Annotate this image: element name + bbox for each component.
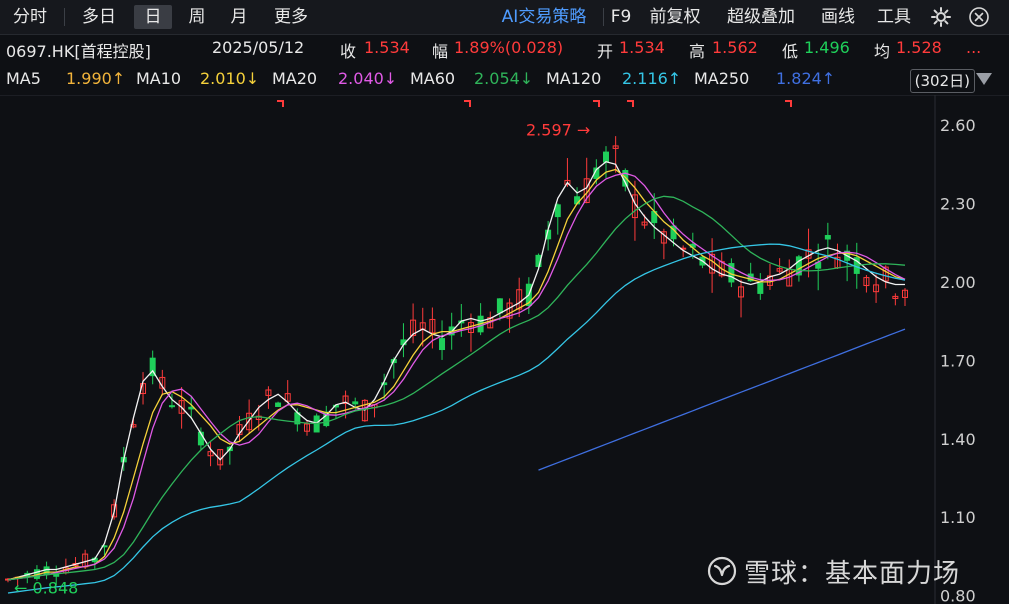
change-label: 幅 bbox=[432, 42, 449, 61]
candle-body bbox=[757, 282, 764, 294]
y-tick-label: 2.00 bbox=[940, 273, 976, 292]
y-tick-label: 2.30 bbox=[940, 194, 976, 213]
candle-body bbox=[439, 338, 446, 351]
event-marker bbox=[277, 100, 284, 107]
toolbar: 分时 多日 日 周 月 更多 AI交易策略 F9 前复权 超级叠加 画线 工具 bbox=[0, 0, 1009, 35]
low-value: 1.496 bbox=[804, 38, 850, 57]
candle-body bbox=[496, 298, 503, 314]
min-price-label: ← 0.848 bbox=[14, 579, 78, 598]
low-label: 低 bbox=[782, 42, 799, 61]
close-icon[interactable] bbox=[968, 6, 990, 28]
high-label: 高 bbox=[689, 42, 706, 61]
days-selector[interactable]: (302日) bbox=[909, 69, 975, 93]
avg-value: 1.528 bbox=[896, 38, 942, 57]
open-label: 开 bbox=[597, 42, 614, 61]
ma10-label: MA10 bbox=[136, 69, 182, 88]
max-price-label: 2.597 → bbox=[526, 121, 590, 140]
event-marker bbox=[593, 100, 600, 107]
candle-body bbox=[168, 405, 175, 408]
y-tick-label: 1.10 bbox=[940, 508, 976, 527]
ma20-label: MA20 bbox=[272, 69, 318, 88]
quote-info-bar: 0697.HK[首程控股] 2025/05/12 收 1.534 幅 1.89%… bbox=[0, 35, 1009, 63]
event-marker bbox=[785, 100, 792, 107]
ma60-label: MA60 bbox=[410, 69, 456, 88]
candle-body bbox=[352, 401, 359, 405]
change-value: 1.89%(0.028) bbox=[454, 38, 564, 57]
toolbar-divider bbox=[603, 8, 604, 26]
candle-body bbox=[554, 204, 561, 218]
ma5-label: MA5 bbox=[6, 69, 41, 88]
tools-button[interactable]: 工具 bbox=[870, 5, 918, 29]
tab-monthly[interactable]: 月 bbox=[222, 5, 256, 29]
candle-body bbox=[275, 402, 282, 407]
ma20-value: 2.040↓ bbox=[338, 69, 398, 88]
y-tick-label: 1.70 bbox=[940, 351, 976, 370]
quote-date: 2025/05/12 bbox=[212, 38, 305, 57]
y-tick-label: 2.60 bbox=[940, 116, 976, 135]
watermark-text: 雪球：基本面力场 bbox=[744, 559, 961, 589]
tab-multi-day[interactable]: 多日 bbox=[76, 5, 122, 29]
ma60-value: 2.054↓ bbox=[474, 69, 534, 88]
f9-button[interactable]: F9 bbox=[607, 5, 635, 29]
ma5-line bbox=[7, 160, 905, 581]
gear-icon[interactable] bbox=[930, 6, 952, 28]
open-value: 1.534 bbox=[619, 38, 665, 57]
ma120-value: 2.116↑ bbox=[622, 69, 682, 88]
toolbar-divider bbox=[64, 8, 65, 26]
candle-body bbox=[43, 566, 50, 576]
ma120-label: MA120 bbox=[546, 69, 602, 88]
tab-weekly[interactable]: 周 bbox=[180, 5, 214, 29]
y-tick-label: 1.40 bbox=[940, 430, 976, 449]
ma10-value: 2.010↓ bbox=[200, 69, 260, 88]
candle-body bbox=[53, 573, 60, 577]
close-value: 1.534 bbox=[364, 38, 410, 57]
ma5-value: 1.990↑ bbox=[66, 69, 126, 88]
avg-label: 均 bbox=[874, 42, 891, 61]
ma-legend: MA5 1.990↑ MA10 2.010↓ MA20 2.040↓ MA60 … bbox=[0, 66, 1009, 94]
event-marker bbox=[627, 100, 634, 107]
event-marker bbox=[464, 100, 471, 107]
tab-intraday[interactable]: 分时 bbox=[8, 5, 52, 29]
draw-line-button[interactable]: 画线 bbox=[814, 5, 862, 29]
candle-body bbox=[824, 235, 831, 240]
chevron-down-icon[interactable] bbox=[976, 73, 992, 85]
high-value: 1.562 bbox=[712, 38, 758, 57]
adjust-button[interactable]: 前复权 bbox=[642, 5, 708, 29]
ma250-line bbox=[538, 328, 906, 471]
more-indicator[interactable]: ... bbox=[966, 38, 981, 57]
stock-code: 0697.HK[首程控股] bbox=[6, 42, 151, 61]
candle-body bbox=[603, 151, 609, 163]
close-label: 收 bbox=[340, 42, 357, 61]
kline-chart[interactable]: 2.602.302.001.701.401.100.80 2.597 →← 0.… bbox=[0, 95, 1009, 604]
tab-daily[interactable]: 日 bbox=[134, 5, 172, 29]
ma120-line bbox=[7, 243, 906, 594]
overlay-button[interactable]: 超级叠加 bbox=[716, 5, 806, 29]
ma250-value: 1.824↑ bbox=[776, 69, 836, 88]
tab-more[interactable]: 更多 bbox=[264, 5, 318, 29]
ai-strategy-button[interactable]: AI交易策略 bbox=[489, 5, 599, 29]
ma250-label: MA250 bbox=[694, 69, 750, 88]
snowball-logo-icon bbox=[707, 556, 737, 586]
